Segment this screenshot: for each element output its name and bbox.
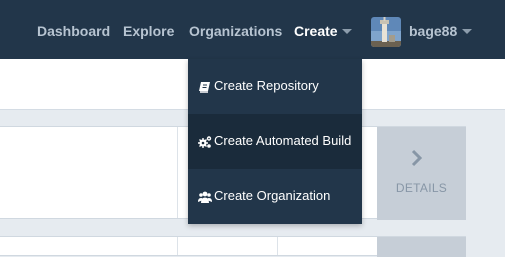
card-divider [177, 237, 178, 255]
user-chevron-down-icon[interactable] [462, 29, 472, 34]
details-label: DETAILS [395, 181, 448, 195]
details-button[interactable] [377, 237, 466, 257]
details-button[interactable]: DETAILS [377, 127, 466, 220]
card-divider [177, 127, 178, 218]
top-navbar: Dashboard Explore Organizations Create b… [0, 0, 505, 59]
nav-create-menu-toggle[interactable]: Create [294, 23, 338, 40]
card-divider [277, 237, 278, 255]
menu-item-label: Create Organization [214, 188, 331, 203]
nav-explore-link[interactable]: Explore [123, 23, 174, 40]
nav-organizations-link[interactable]: Organizations [189, 23, 282, 40]
menu-item-label: Create Automated Build [214, 133, 352, 148]
chevron-right-icon [411, 149, 423, 167]
repository-card[interactable] [0, 236, 466, 257]
book-icon [199, 82, 210, 93]
menu-item-create-repository[interactable]: Create Repository [188, 59, 362, 114]
create-chevron-down-icon[interactable] [342, 29, 352, 34]
user-avatar[interactable] [371, 17, 401, 47]
menu-item-create-organization[interactable]: Create Organization [188, 169, 362, 224]
nav-username[interactable]: bage88 [409, 23, 457, 40]
gears-icon [198, 136, 212, 148]
nav-dashboard-link[interactable]: Dashboard [37, 23, 110, 40]
menu-item-create-automated-build[interactable]: Create Automated Build [188, 114, 362, 169]
menu-item-label: Create Repository [214, 78, 319, 93]
users-icon [198, 191, 212, 203]
create-dropdown-menu: Create Repository Create Automated Build… [188, 59, 362, 224]
